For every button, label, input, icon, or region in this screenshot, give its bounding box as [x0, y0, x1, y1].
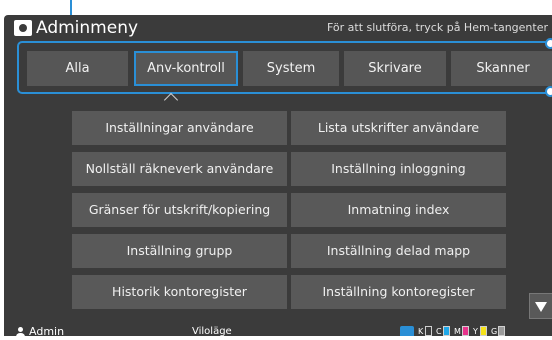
btn-installning-inloggning[interactable]: Inställning inloggning	[291, 152, 506, 186]
btn-installning-kontoregister[interactable]: Inställning kontoregister	[291, 275, 506, 309]
ink-level-k	[425, 326, 432, 336]
btn-installningar-anvandare[interactable]: Inställningar användare	[72, 111, 287, 145]
btn-installning-grupp[interactable]: Inställning grupp	[72, 234, 287, 268]
sleep-mode-label: Viloläge	[192, 326, 232, 336]
ink-label-y: Y	[473, 327, 478, 336]
ink-label-c: C	[436, 327, 442, 336]
btn-granser-utskrift-kopiering[interactable]: Gränser för utskrift/kopiering	[72, 193, 287, 227]
status-bar: Admin Viloläge K C M Y G	[4, 324, 552, 336]
btn-historik-kontoregister[interactable]: Historik kontoregister	[72, 275, 287, 309]
ink-level-c	[443, 326, 450, 336]
scroll-down-button[interactable]	[529, 293, 552, 319]
page-title: Adminmeny	[36, 18, 139, 38]
home-key-hint: För att slutföra, tryck på Hem-tangenter	[326, 21, 548, 34]
ink-label-k: K	[418, 327, 424, 336]
tab-anv-kontroll[interactable]: Anv-kontroll	[134, 51, 238, 86]
btn-installning-delad-mapp[interactable]: Inställning delad mapp	[291, 234, 506, 268]
logged-in-user: Admin	[29, 325, 65, 337]
btn-inmatning-index[interactable]: Inmatning index	[291, 193, 506, 227]
btn-lista-utskrifter-anvandare[interactable]: Lista utskrifter användare	[291, 111, 506, 145]
ink-level-m	[462, 326, 469, 336]
user-icon	[15, 327, 26, 336]
ink-level-g	[498, 326, 505, 336]
tab-skanner[interactable]: Skanner	[451, 51, 552, 86]
ink-label-m: M	[454, 327, 461, 336]
tab-alla[interactable]: Alla	[27, 51, 128, 86]
network-icon	[400, 326, 414, 336]
tab-skrivare[interactable]: Skrivare	[344, 51, 446, 86]
tab-system[interactable]: System	[243, 51, 339, 86]
header: Adminmeny För att slutföra, tryck på Hem…	[4, 15, 552, 39]
tab-bar: Alla Anv-kontroll System Skrivare Skanne…	[17, 38, 552, 97]
gear-icon	[14, 20, 32, 36]
active-tab-indicator	[163, 92, 179, 108]
admin-panel: Adminmeny För att slutföra, tryck på Hem…	[4, 15, 552, 336]
btn-nollstall-rakneverk[interactable]: Nollställ räkneverk användare	[72, 152, 287, 186]
ink-level-y	[480, 326, 487, 336]
ink-label-g: G	[491, 327, 498, 336]
